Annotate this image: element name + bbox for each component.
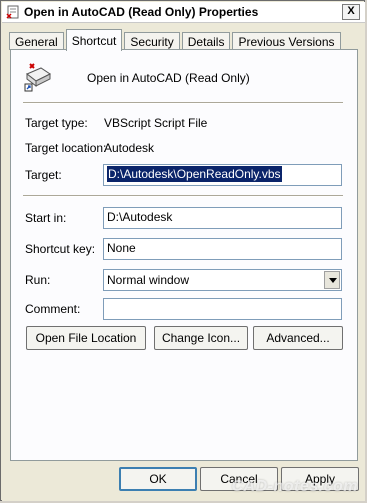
- target-location-value: Autodesk: [104, 141, 155, 155]
- open-file-location-button[interactable]: Open File Location: [26, 326, 146, 350]
- comment-field[interactable]: [103, 298, 342, 320]
- chevron-down-icon[interactable]: [324, 271, 340, 289]
- start-in-field[interactable]: D:\Autodesk: [103, 207, 342, 229]
- window-title: Open in AutoCAD (Read Only) Properties: [24, 5, 259, 19]
- shortcut-script-icon: [23, 62, 53, 92]
- tab-details[interactable]: Details: [181, 32, 231, 50]
- divider-middle: [23, 195, 343, 197]
- change-icon-button[interactable]: Change Icon...: [154, 326, 248, 350]
- target-type-label: Target type:: [25, 116, 88, 130]
- ok-button[interactable]: OK: [119, 467, 197, 491]
- script-file-icon: [6, 5, 20, 19]
- shortcut-key-label: Shortcut key:: [25, 242, 96, 256]
- comment-label: Comment:: [25, 302, 81, 316]
- target-label: Target:: [25, 168, 62, 182]
- target-type-value: VBScript Script File: [104, 116, 208, 130]
- close-button[interactable]: X: [342, 4, 360, 20]
- properties-dialog: Open in AutoCAD (Read Only) Properties X…: [0, 0, 365, 501]
- tab-previous-versions[interactable]: Previous Versions: [232, 32, 341, 50]
- divider-top: [23, 102, 343, 104]
- title-bar: Open in AutoCAD (Read Only) Properties X: [2, 2, 365, 23]
- target-selected-text: D:\Autodesk\OpenReadOnly.vbs: [107, 166, 282, 182]
- tab-shortcut[interactable]: Shortcut: [65, 29, 123, 51]
- shortcut-key-field[interactable]: None: [103, 238, 342, 260]
- target-field[interactable]: D:\Autodesk\OpenReadOnly.vbs: [103, 164, 342, 186]
- run-select[interactable]: Normal window: [103, 269, 342, 291]
- shortcut-panel: Open in AutoCAD (Read Only) Target type:…: [10, 49, 358, 461]
- advanced-button[interactable]: Advanced...: [253, 326, 343, 350]
- start-in-label: Start in:: [25, 211, 67, 225]
- tab-general[interactable]: General: [9, 32, 64, 50]
- run-selected-value: Normal window: [107, 273, 190, 287]
- watermark: CAD-notes.com: [231, 478, 358, 495]
- tab-strip: General Shortcut Security Details Previo…: [9, 28, 343, 51]
- tab-security[interactable]: Security: [124, 32, 180, 50]
- shortcut-name: Open in AutoCAD (Read Only): [87, 71, 250, 85]
- run-label: Run:: [25, 273, 51, 287]
- target-location-label: Target location:: [25, 141, 107, 155]
